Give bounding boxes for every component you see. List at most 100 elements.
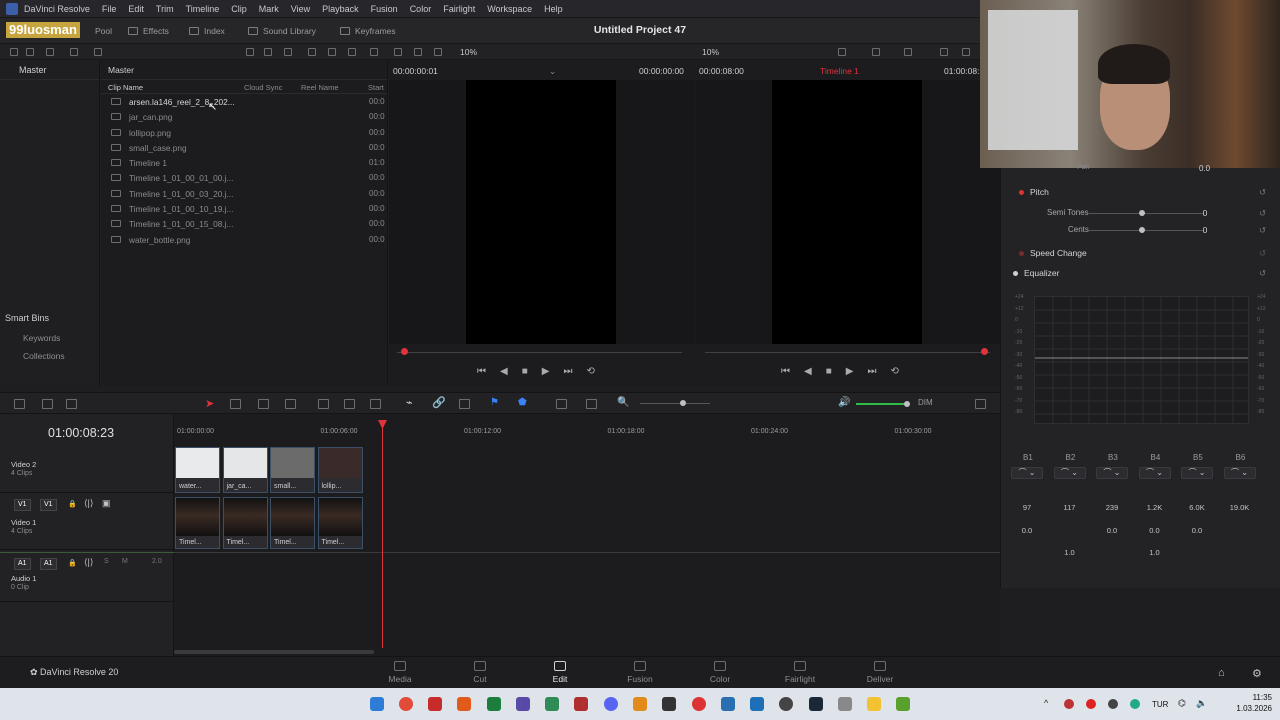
zoom-full-icon[interactable] bbox=[556, 399, 567, 409]
source-viewer[interactable] bbox=[389, 80, 694, 344]
pan-value[interactable]: 0.0 bbox=[1199, 164, 1210, 173]
viewer-options-icon[interactable] bbox=[838, 48, 846, 56]
eq-filter-type-dropdown[interactable]: ⌒ ⌄ bbox=[1223, 467, 1256, 479]
flag-icon[interactable]: ⚑ bbox=[490, 397, 499, 408]
tray-chevron-icon[interactable]: ^ bbox=[1044, 698, 1048, 708]
tray-icon-3[interactable] bbox=[1108, 699, 1118, 709]
record-icon[interactable] bbox=[692, 697, 706, 711]
media-clip-row[interactable]: jar_can.png 00:0 bbox=[101, 109, 387, 124]
media-clip-row[interactable]: Timeline 1_01_00_15_08.j... 00:0 bbox=[101, 216, 387, 231]
eq-gain-value[interactable]: 0.0 bbox=[1012, 526, 1042, 535]
replace-clip-icon[interactable] bbox=[370, 399, 381, 409]
viewer-mode-icon[interactable] bbox=[414, 48, 422, 56]
viewer-layout-icon[interactable] bbox=[394, 48, 402, 56]
mic-icon[interactable] bbox=[66, 399, 77, 409]
a1-lock-icon[interactable]: 🔒 bbox=[68, 559, 77, 567]
menu-file[interactable]: File bbox=[96, 4, 123, 14]
sort-order-icon[interactable] bbox=[348, 48, 356, 56]
speed-change-reset-icon[interactable]: ↺ bbox=[1259, 248, 1266, 259]
menu-fairlight[interactable]: Fairlight bbox=[437, 4, 481, 14]
eq-q-value[interactable]: 1.0 bbox=[1140, 548, 1170, 557]
hs-app-icon[interactable] bbox=[545, 697, 559, 711]
obs-icon[interactable] bbox=[779, 697, 793, 711]
a1-solo-button[interactable]: S bbox=[104, 558, 109, 565]
media-clip-row[interactable]: arsen.la146_reel_2_8_202... 00:0 bbox=[101, 94, 387, 109]
more-icon[interactable] bbox=[370, 48, 378, 56]
timeline-options-icon[interactable] bbox=[975, 399, 986, 409]
go-to-start-icon[interactable]: ⏮ bbox=[477, 366, 486, 377]
timeline-playhead-marker[interactable] bbox=[981, 348, 988, 355]
menu-edit[interactable]: Edit bbox=[122, 4, 150, 14]
menu-help[interactable]: Help bbox=[538, 4, 569, 14]
eq-band-label[interactable]: B3 bbox=[1108, 453, 1118, 462]
page-tab-fairlight[interactable]: Fairlight bbox=[770, 661, 830, 684]
timeline-timecode[interactable]: 01:00:08:23 bbox=[48, 426, 114, 440]
sort-icon[interactable] bbox=[328, 48, 336, 56]
timeline-clip-video1[interactable]: Timel... bbox=[317, 497, 363, 549]
v1-source-tag[interactable]: V1 bbox=[14, 499, 31, 511]
filezilla-icon[interactable] bbox=[574, 697, 588, 711]
tl-reverse-play-icon[interactable]: ◀ bbox=[804, 366, 812, 377]
timeline-clip-video1[interactable]: Timel... bbox=[270, 497, 315, 549]
eq-freq-value[interactable]: 6.0K bbox=[1182, 503, 1212, 512]
search-icon[interactable] bbox=[308, 48, 316, 56]
tl-go-to-end-icon[interactable]: ⏭ bbox=[867, 366, 876, 377]
menu-timeline[interactable]: Timeline bbox=[180, 4, 226, 14]
filter-icon[interactable] bbox=[46, 48, 54, 56]
index-button[interactable]: Index bbox=[189, 26, 225, 36]
media-clip-row[interactable]: Timeline 1 01:0 bbox=[101, 155, 387, 170]
eq-q-value[interactable]: 1.0 bbox=[1055, 548, 1085, 557]
eq-gain-value[interactable]: 0.0 bbox=[1182, 526, 1212, 535]
timeline-clip-video2[interactable]: lollip... bbox=[317, 447, 363, 493]
page-tab-fusion[interactable]: Fusion bbox=[610, 661, 670, 684]
tl-stop-icon[interactable]: ■ bbox=[826, 366, 832, 377]
color-icon[interactable] bbox=[940, 48, 948, 56]
eq-band-label[interactable]: B1 bbox=[1023, 453, 1033, 462]
source-zoom[interactable]: 10% bbox=[460, 47, 477, 57]
page-tab-cut[interactable]: Cut bbox=[450, 661, 510, 684]
sync-icon[interactable] bbox=[70, 48, 78, 56]
menu-playback[interactable]: Playback bbox=[316, 4, 365, 14]
language-indicator[interactable]: TUR bbox=[1152, 700, 1168, 709]
sound-library-button[interactable]: Sound Library bbox=[248, 26, 316, 36]
stop-icon[interactable]: ■ bbox=[522, 366, 528, 377]
eq-gain-value[interactable]: 0.0 bbox=[1097, 526, 1127, 535]
col-cloud-sync[interactable]: Cloud Sync bbox=[244, 83, 282, 92]
volume-slider[interactable] bbox=[856, 401, 910, 407]
system-clock[interactable]: 11:35 1.03.2026 bbox=[1236, 692, 1272, 714]
overwrite-clip-icon[interactable] bbox=[344, 399, 355, 409]
col-reel-name[interactable]: Reel Name bbox=[301, 83, 339, 92]
windows-start-icon[interactable] bbox=[370, 697, 384, 711]
pitch-reset-icon[interactable]: ↺ bbox=[1259, 187, 1266, 198]
speaker-icon[interactable]: 🔈 bbox=[1196, 698, 1207, 709]
v1-dest-tag[interactable]: V1 bbox=[40, 499, 57, 511]
timeline-clip-video2[interactable]: small... bbox=[270, 447, 315, 493]
eq-filter-type-dropdown[interactable]: ⌒ ⌄ bbox=[1096, 467, 1128, 479]
media-clip-row[interactable]: water_bottle.png 00:0 bbox=[101, 232, 387, 247]
zoom-detail-icon[interactable] bbox=[586, 399, 597, 409]
discord-icon[interactable] bbox=[604, 697, 618, 711]
app-icon-4[interactable] bbox=[838, 697, 852, 711]
a1-mute-button[interactable]: M bbox=[122, 558, 128, 565]
timeline-clip-video1[interactable]: Timel... bbox=[175, 497, 220, 549]
master-bin[interactable]: Master bbox=[0, 60, 99, 80]
effects-button[interactable]: Effects bbox=[128, 26, 169, 36]
speed-change-enable-dot[interactable] bbox=[1019, 251, 1024, 257]
chrome-icon[interactable] bbox=[399, 697, 413, 711]
grid-view-icon[interactable] bbox=[264, 48, 272, 56]
eq-gain-value[interactable]: 0.0 bbox=[1140, 526, 1170, 535]
menu-workspace[interactable]: Workspace bbox=[481, 4, 538, 14]
overlay-icon[interactable] bbox=[872, 48, 880, 56]
trim-tool-icon[interactable] bbox=[230, 399, 241, 409]
eq-filter-type-dropdown[interactable]: ⌒ ⌄ bbox=[1011, 467, 1043, 479]
source-scrubber[interactable] bbox=[397, 348, 682, 355]
smart-bin-keywords[interactable]: Keywords bbox=[0, 329, 100, 347]
illustrator-icon[interactable] bbox=[633, 697, 647, 711]
cents-value[interactable]: 0 bbox=[1185, 225, 1225, 235]
pitch-enable-dot[interactable] bbox=[1019, 190, 1024, 196]
timeline-zoom-slider[interactable] bbox=[640, 400, 710, 406]
viewer-split-icon[interactable] bbox=[434, 48, 442, 56]
snapping-icon[interactable]: ⌁ bbox=[406, 396, 413, 409]
equalizer-reset-icon[interactable]: ↺ bbox=[1259, 268, 1266, 279]
equalizer-enable-dot[interactable] bbox=[1013, 271, 1018, 277]
